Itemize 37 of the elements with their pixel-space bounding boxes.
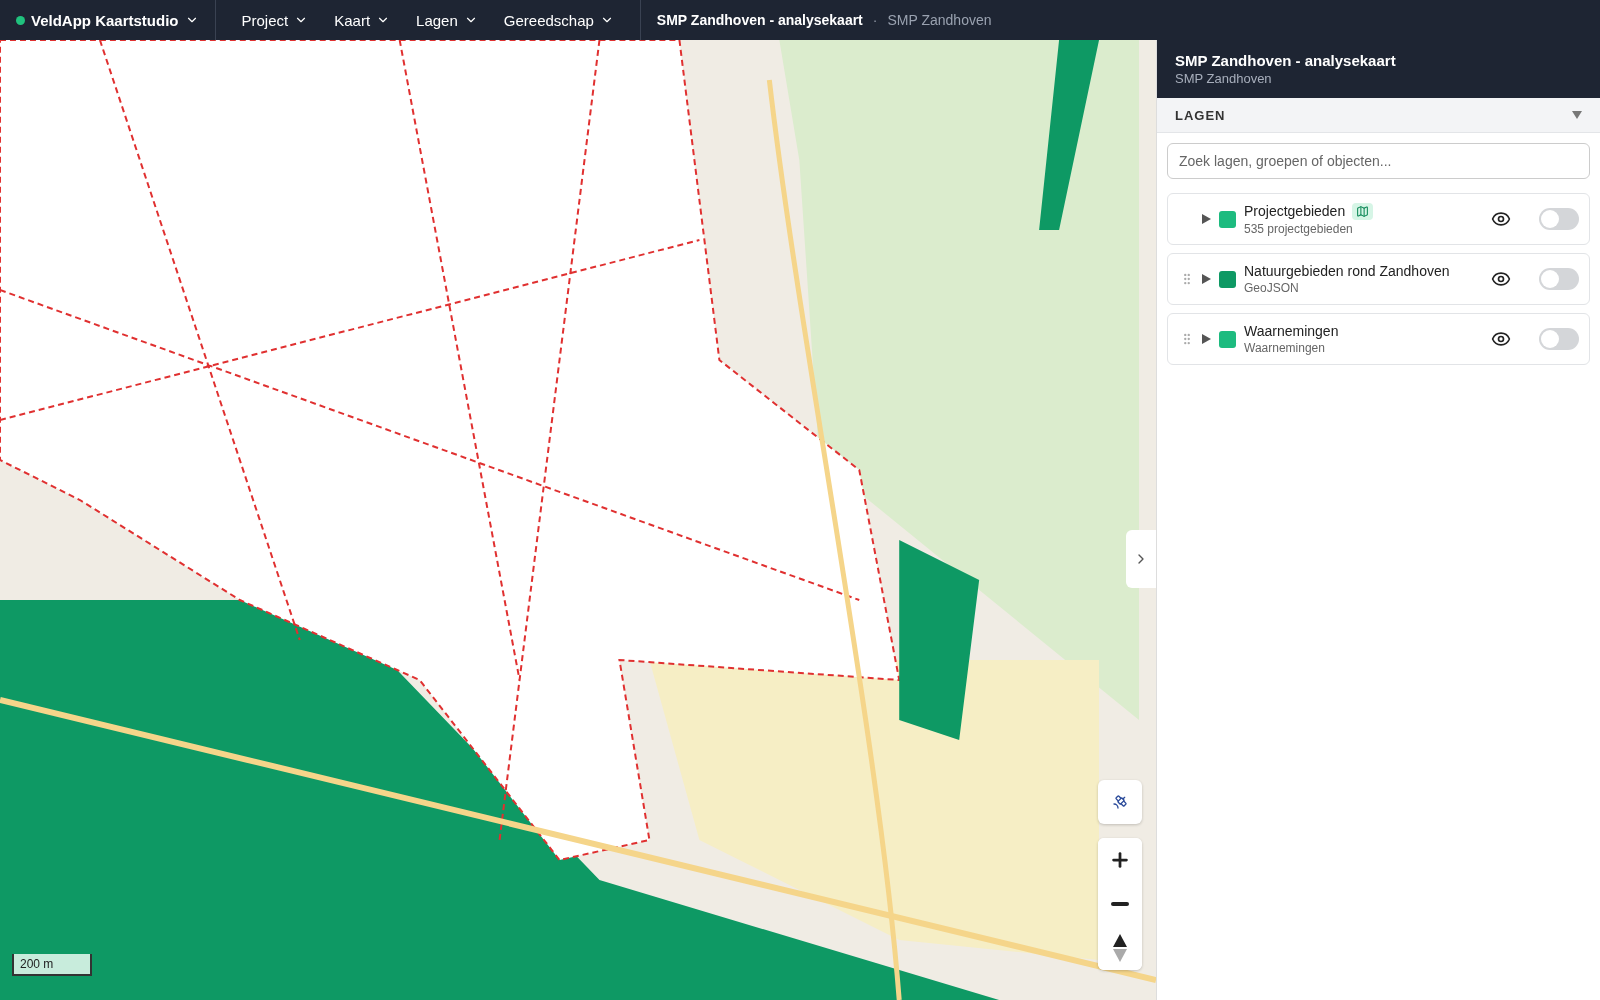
satellite-layer-button[interactable] xyxy=(1098,780,1142,824)
layer-toggle[interactable] xyxy=(1539,208,1579,230)
expand-triangle-icon[interactable] xyxy=(1202,334,1211,344)
scale-bar: 200 m xyxy=(12,954,92,976)
layer-name: Projectgebieden xyxy=(1244,203,1346,219)
plus-icon xyxy=(1109,849,1131,871)
document-subtitle: SMP Zandhoven xyxy=(887,12,992,28)
layer-meta: 535 projectgebieden xyxy=(1244,221,1354,236)
section-label: LAGEN xyxy=(1175,107,1226,123)
document-title: SMP Zandhoven - analysekaart xyxy=(656,12,863,28)
panel-subtitle: SMP Zandhoven xyxy=(1175,71,1273,86)
menu-button[interactable]: Lagen xyxy=(406,11,488,29)
zoom-in-button[interactable] xyxy=(1098,838,1142,882)
layer-row[interactable]: Projectgebieden 535 projectgebieden xyxy=(1167,193,1590,245)
layer-toggle[interactable] xyxy=(1539,268,1579,290)
app-name: VeldApp Kaartstudio xyxy=(31,11,179,29)
layer-meta: Waarnemingen xyxy=(1244,341,1326,355)
menu-button[interactable]: Kaart xyxy=(324,11,401,29)
layer-name: Natuurgebieden rond Zandhoven xyxy=(1244,263,1450,279)
layer-row[interactable]: Waarnemingen Waarnemingen xyxy=(1167,313,1590,365)
expand-triangle-icon[interactable] xyxy=(1202,274,1211,284)
compass-button[interactable] xyxy=(1098,926,1142,970)
layer-meta: GeoJSON xyxy=(1244,281,1300,295)
search-field[interactable]: Zoek lagen, groepen of objecten... xyxy=(1167,143,1590,179)
menu-button[interactable]: Gereedschap xyxy=(493,11,624,29)
expand-triangle-icon[interactable] xyxy=(1202,214,1211,224)
minus-icon xyxy=(1111,902,1129,906)
menu-button[interactable]: Project xyxy=(231,11,319,29)
map-drawing[interactable] xyxy=(0,40,1156,1000)
separator-dot: · xyxy=(872,12,878,28)
layer-row[interactable]: Natuurgebieden rond Zandhoven GeoJSON xyxy=(1167,253,1590,305)
compass-arrows-icon xyxy=(1113,934,1127,962)
section-header[interactable]: LAGEN xyxy=(1157,98,1600,133)
satellite-icon xyxy=(1112,794,1128,810)
panel-title: SMP Zandhoven - analysekaart xyxy=(1175,52,1397,69)
layer-name: Waarnemingen xyxy=(1244,323,1339,339)
layer-toggle[interactable] xyxy=(1539,328,1579,350)
